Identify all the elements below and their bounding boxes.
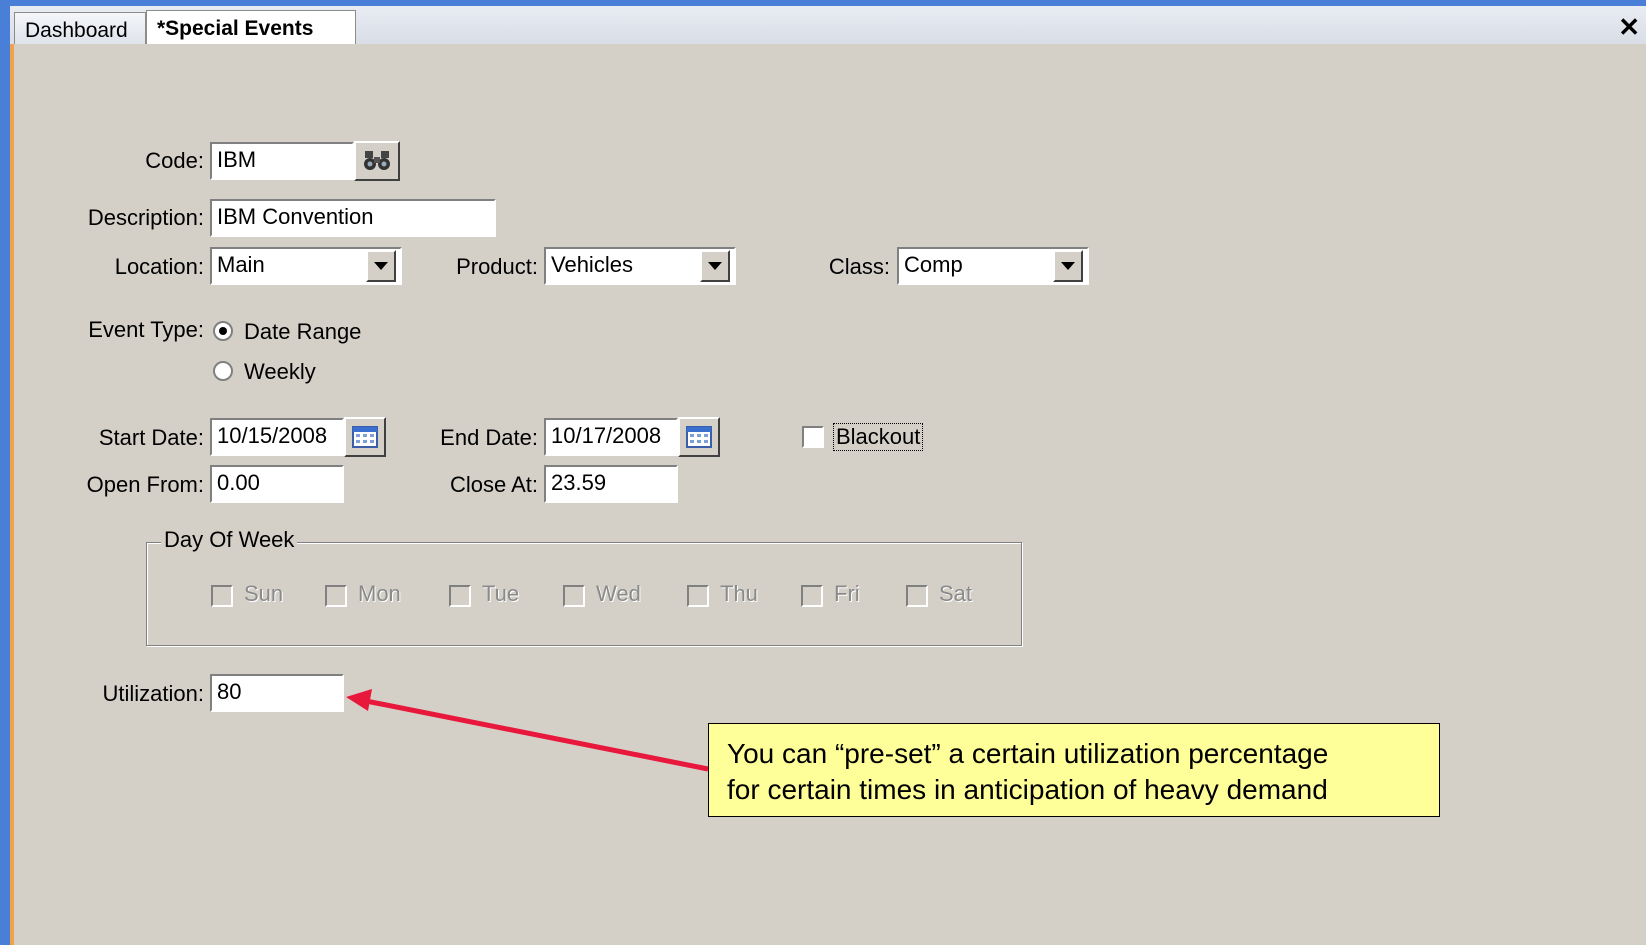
callout-line-2: for certain times in anticipation of hea… — [727, 774, 1328, 805]
description-label: Description: — [87, 205, 204, 230]
close-at-label: Close At: — [449, 472, 538, 497]
blackout-checkbox[interactable] — [802, 426, 824, 448]
open-from-field[interactable]: 0.00 — [210, 465, 344, 503]
day-label-mon: Mon — [358, 581, 401, 606]
code-field[interactable]: IBM — [210, 142, 354, 180]
event-type-weekly-radio[interactable] — [213, 361, 233, 381]
day-label-tue: Tue — [482, 581, 520, 606]
product-dropdown-button[interactable] — [700, 250, 730, 282]
chevron-down-icon — [708, 262, 722, 270]
chevron-down-icon — [374, 262, 388, 270]
day-label-sat: Sat — [939, 581, 973, 606]
close-icon[interactable]: ✕ — [1618, 12, 1640, 43]
close-at-field[interactable]: 23.59 — [544, 465, 678, 503]
day-of-week-legend: Day Of Week — [161, 527, 298, 553]
end-date-field[interactable]: 10/17/2008 — [544, 418, 678, 456]
class-label: Class: — [828, 254, 890, 279]
app-window: Dashboard *Special Events ✕ Code: IBM De… — [0, 0, 1646, 945]
utilization-field[interactable]: 80 — [210, 674, 344, 712]
tab-bar: Dashboard *Special Events ✕ — [10, 6, 1646, 46]
class-dropdown-button[interactable] — [1053, 250, 1083, 282]
day-label-fri: Fri — [834, 581, 860, 606]
day-label-sun: Sun — [244, 581, 284, 606]
day-checkbox-sat[interactable] — [906, 585, 928, 607]
start-date-picker-button[interactable] — [344, 417, 386, 457]
day-checkbox-wed[interactable] — [563, 585, 585, 607]
event-type-date-range-label: Date Range — [244, 319, 362, 344]
start-date-field[interactable]: 10/15/2008 — [210, 418, 344, 456]
day-checkbox-sun[interactable] — [211, 585, 233, 607]
product-value: Vehicles — [551, 252, 633, 277]
event-type-date-range-radio[interactable] — [213, 321, 233, 341]
end-date-label: End Date: — [440, 425, 538, 450]
callout-line-1: You can “pre-set” a certain utilization … — [727, 738, 1329, 769]
location-value: Main — [217, 252, 265, 277]
end-date-picker-button[interactable] — [678, 417, 720, 457]
day-checkbox-thu[interactable] — [687, 585, 709, 607]
day-label-thu: Thu — [720, 581, 758, 606]
open-from-label: Open From: — [86, 472, 204, 497]
code-lookup-button[interactable] — [354, 141, 400, 181]
tab-dashboard[interactable]: Dashboard — [14, 12, 146, 44]
blackout-label[interactable]: Blackout — [833, 423, 924, 451]
binoculars-icon — [364, 151, 390, 170]
class-value: Comp — [904, 252, 963, 277]
day-of-week-group: Day Of Week Sun Mon Tue Wed Thu Fri Sat — [146, 527, 1022, 646]
day-label-wed: Wed — [596, 581, 641, 606]
description-field[interactable]: IBM Convention — [210, 199, 496, 237]
location-dropdown-button[interactable] — [366, 250, 396, 282]
annotation-callout: You can “pre-set” a certain utilization … — [708, 723, 1440, 817]
utilization-label: Utilization: — [102, 681, 204, 706]
location-label: Location: — [114, 254, 204, 279]
day-checkbox-fri[interactable] — [801, 585, 823, 607]
product-label: Product: — [456, 254, 538, 279]
event-type-weekly-label: Weekly — [244, 359, 316, 384]
calendar-icon — [352, 426, 378, 448]
tab-special-events[interactable]: *Special Events — [146, 10, 356, 46]
day-checkbox-tue[interactable] — [449, 585, 471, 607]
chevron-down-icon — [1061, 262, 1075, 270]
event-type-label: Event Type: — [88, 317, 204, 342]
calendar-icon — [686, 426, 712, 448]
start-date-label: Start Date: — [98, 425, 204, 450]
code-label: Code: — [145, 148, 204, 173]
day-checkbox-mon[interactable] — [325, 585, 347, 607]
